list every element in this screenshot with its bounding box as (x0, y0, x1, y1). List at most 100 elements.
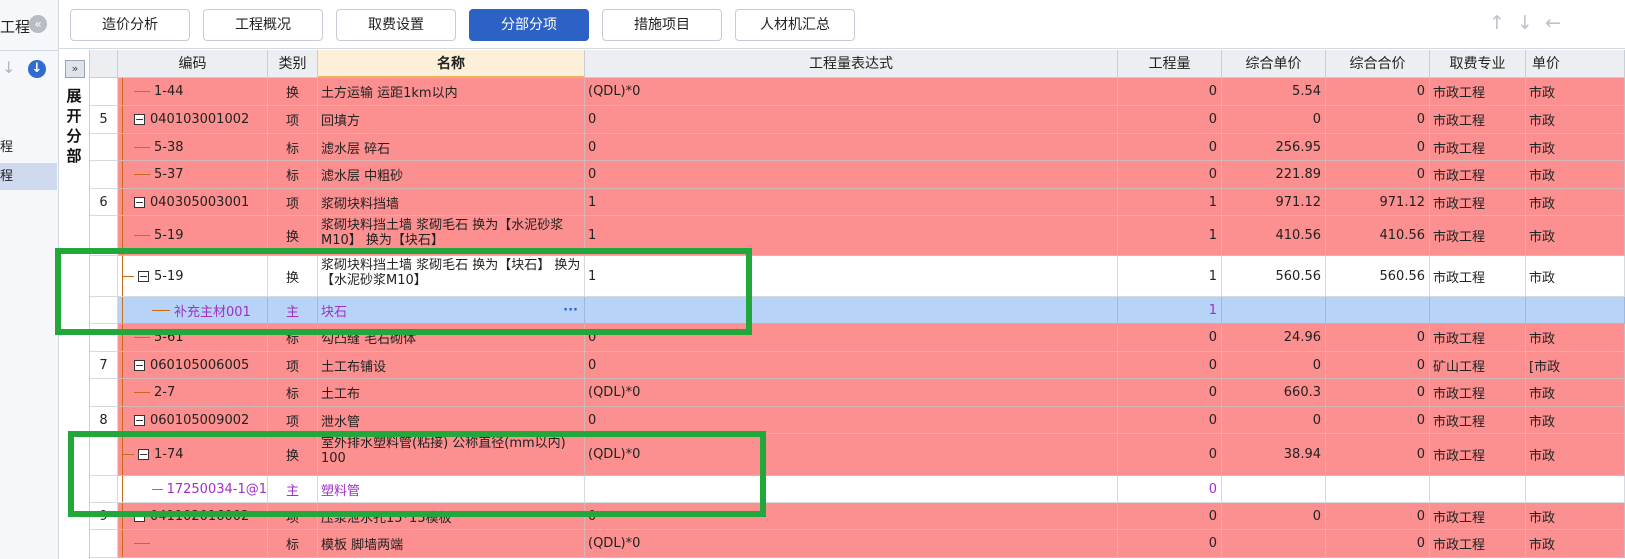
code-cell[interactable]: −041102016002 (118, 503, 268, 530)
header-price-specialty[interactable]: 单价 (1526, 50, 1625, 78)
name-cell[interactable]: 土方运输 运距1km以内 (318, 78, 585, 106)
name-cell[interactable]: 塑料管 (318, 476, 585, 503)
table-row[interactable]: 补充主材001 主 块石 ··· 1 (90, 297, 1625, 324)
tree-item-selected[interactable]: 程 (0, 163, 57, 190)
price-specialty-cell[interactable]: 市政 (1526, 106, 1625, 134)
expression-cell[interactable]: 0 (585, 503, 1118, 530)
quantity-cell[interactable]: 0 (1118, 106, 1222, 134)
price-specialty-cell[interactable]: 市政 (1526, 161, 1625, 189)
move-down-arrow-icon[interactable]: ↓ (1517, 12, 1533, 34)
name-cell[interactable]: 室外排水塑料管(粘接) 公称直径(mm以内) 100 (318, 434, 585, 476)
quantity-cell[interactable]: 1 (1118, 216, 1222, 256)
unit-price-cell[interactable]: 0 (1222, 106, 1326, 134)
expression-cell[interactable]: 0 (585, 407, 1118, 434)
unit-price-cell[interactable]: 660.3 (1222, 379, 1326, 407)
tab-fee-settings[interactable]: 取费设置 (336, 9, 456, 41)
table-row[interactable]: 17250034-1@1 主 塑料管 0 (90, 476, 1625, 503)
collapse-icon[interactable]: − (134, 510, 145, 522)
type-cell[interactable]: 项 (268, 407, 318, 434)
code-cell[interactable]: 2-7 (118, 379, 268, 407)
quantity-cell[interactable]: 0 (1118, 503, 1222, 530)
fee-specialty-cell[interactable] (1430, 476, 1526, 503)
table-row[interactable]: 1-44 换 土方运输 运距1km以内 (QDL)*0 0 5.54 0 市政工程 市政 (90, 78, 1625, 106)
header-type[interactable]: 类别 (268, 50, 318, 78)
total-price-cell[interactable] (1326, 297, 1430, 324)
quantity-cell[interactable]: 0 (1118, 476, 1222, 503)
code-cell[interactable]: −040305003001 (118, 189, 268, 216)
fee-specialty-cell[interactable]: 市政工程 (1430, 106, 1526, 134)
fee-specialty-cell[interactable]: 市政工程 (1430, 324, 1526, 352)
table-row[interactable]: 8−060105009002 项泄水管 0 0 0 0 市政工程 市政 (90, 407, 1625, 434)
fee-specialty-cell[interactable]: 市政工程 (1430, 407, 1526, 434)
unit-price-cell[interactable] (1222, 530, 1326, 558)
expression-cell[interactable]: 0 (585, 134, 1118, 161)
expression-cell[interactable]: 0 (585, 106, 1118, 134)
collapse-panel-icon[interactable]: « (29, 15, 47, 33)
table-row[interactable]: 2-7 标 土工布 (QDL)*0 0 660.3 0 市政工程 市政 (90, 379, 1625, 407)
tab-project-overview[interactable]: 工程概况 (203, 9, 323, 41)
price-specialty-cell[interactable]: 市政 (1526, 78, 1625, 106)
fee-specialty-cell[interactable]: 市政工程 (1430, 503, 1526, 530)
unit-price-cell[interactable]: 971.12 (1222, 189, 1326, 216)
price-specialty-cell[interactable]: 市政 (1526, 434, 1625, 476)
quantity-cell[interactable]: 0 (1118, 161, 1222, 189)
price-specialty-cell[interactable]: 市政 (1526, 216, 1625, 256)
code-cell[interactable]: 5-37 (118, 161, 268, 189)
code-cell[interactable]: −060105006005 (118, 352, 268, 379)
unit-price-cell[interactable]: 560.56 (1222, 256, 1326, 297)
code-cell[interactable]: −1-74 (118, 434, 268, 476)
total-price-cell[interactable]: 0 (1326, 106, 1430, 134)
code-cell[interactable]: −5-19 (118, 256, 268, 297)
move-up-icon[interactable]: ↑ (1489, 12, 1505, 34)
total-price-cell[interactable]: 0 (1326, 324, 1430, 352)
unit-price-cell[interactable]: 221.89 (1222, 161, 1326, 189)
total-price-cell[interactable]: 0 (1326, 530, 1430, 558)
type-cell[interactable]: 标 (268, 161, 318, 189)
price-specialty-cell[interactable]: 市政 (1526, 530, 1625, 558)
name-cell[interactable]: 勾凸缝 毛石砌体 (318, 324, 585, 352)
total-price-cell[interactable]: 0 (1326, 407, 1430, 434)
total-price-cell[interactable] (1326, 476, 1430, 503)
price-specialty-cell[interactable]: 市政 (1526, 134, 1625, 161)
price-specialty-cell[interactable]: 市政 (1526, 189, 1625, 216)
collapse-icon[interactable]: − (138, 449, 149, 460)
download-icon[interactable]: ↓ (28, 60, 46, 78)
price-specialty-cell[interactable]: 市政 (1526, 379, 1625, 407)
code-cell[interactable] (118, 530, 268, 558)
header-fee-specialty[interactable]: 取费专业 (1430, 50, 1526, 78)
expression-cell[interactable]: 1 (585, 216, 1118, 256)
unit-price-cell[interactable]: 0 (1222, 352, 1326, 379)
type-cell[interactable]: 标 (268, 379, 318, 407)
fee-specialty-cell[interactable]: 市政工程 (1430, 530, 1526, 558)
type-cell[interactable]: 换 (268, 256, 318, 297)
fee-specialty-cell[interactable]: 市政工程 (1430, 161, 1526, 189)
expression-cell[interactable]: 1 (585, 189, 1118, 216)
tree-item[interactable]: 程 (0, 134, 57, 161)
more-options-icon[interactable]: ··· (563, 303, 578, 318)
type-cell[interactable]: 项 (268, 189, 318, 216)
code-cell[interactable]: 5-38 (118, 134, 268, 161)
total-price-cell[interactable]: 0 (1326, 134, 1430, 161)
type-cell[interactable]: 换 (268, 434, 318, 476)
collapse-icon[interactable]: − (134, 359, 145, 371)
name-cell[interactable]: 滤水层 碎石 (318, 134, 585, 161)
fee-specialty-cell[interactable]: 市政工程 (1430, 78, 1526, 106)
code-cell[interactable]: 5-61 (118, 324, 268, 352)
quantity-cell[interactable]: 0 (1118, 530, 1222, 558)
fee-specialty-cell[interactable] (1430, 297, 1526, 324)
table-row[interactable]: −5-19 换 浆砌块料挡土墙 浆砌毛石 换为【块石】 换为【水泥砂浆M10】 1 1 5… (90, 256, 1625, 297)
price-specialty-cell[interactable]: 市政 (1526, 256, 1625, 297)
total-price-cell[interactable]: 0 (1326, 503, 1430, 530)
price-specialty-cell[interactable] (1526, 297, 1625, 324)
name-cell[interactable]: 浆砌块料挡土墙 浆砌毛石 换为【水泥砂浆M10】 换为【块石】 (318, 216, 585, 256)
type-cell[interactable]: 主 (268, 476, 318, 503)
table-row[interactable]: 标 模板 脚墙两端 (QDL)*0 0 0 市政工程 市政 (90, 530, 1625, 558)
header-unit-price[interactable]: 综合单价 (1222, 50, 1326, 78)
type-cell[interactable]: 标 (268, 530, 318, 558)
expand-section-label[interactable]: 展开分部 (65, 86, 83, 166)
name-cell[interactable]: 土工布 (318, 379, 585, 407)
total-price-cell[interactable]: 560.56 (1326, 256, 1430, 297)
name-cell[interactable]: 压浆泄水孔15*15模板 (318, 503, 585, 530)
collapse-icon[interactable]: − (134, 196, 145, 208)
expression-cell[interactable]: (QDL)*0 (585, 530, 1118, 558)
